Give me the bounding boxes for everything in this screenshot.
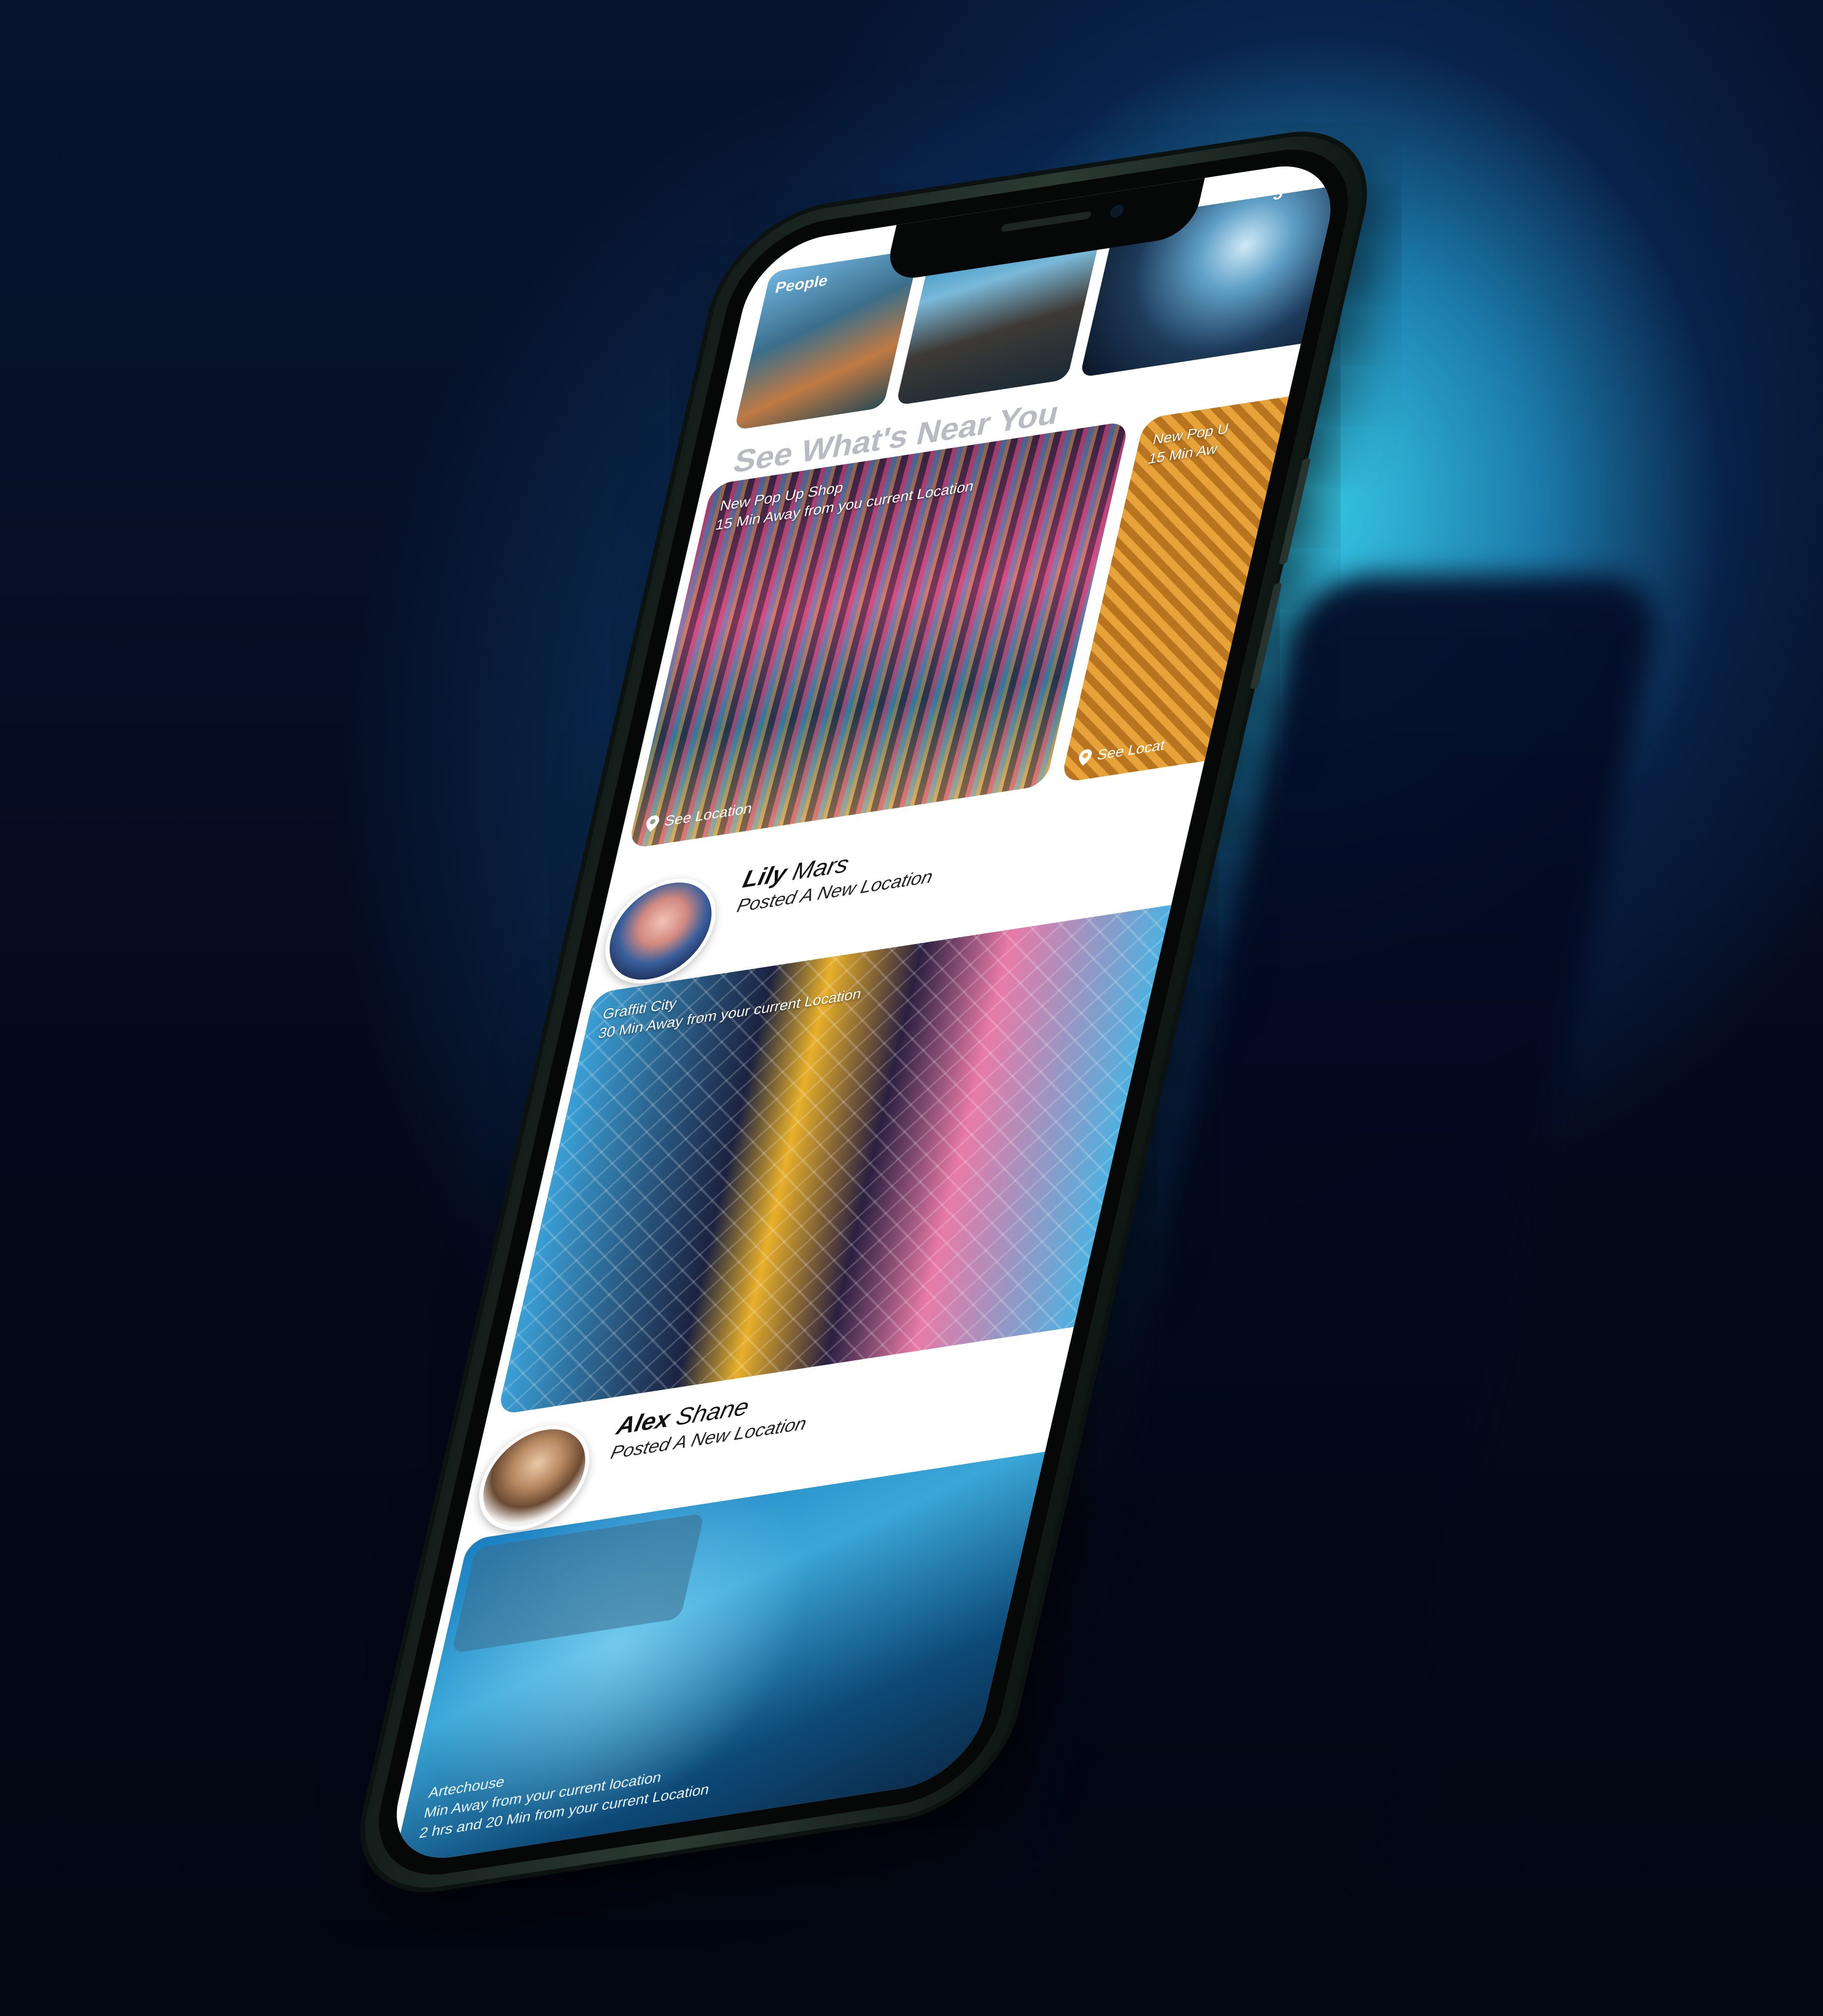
post-meta: Alex Shane Posted A New Location	[609, 1382, 816, 1463]
author-first-name: Lily	[740, 859, 790, 893]
see-location-label: See Location	[663, 800, 754, 830]
category-tile-people[interactable]: People	[734, 249, 920, 431]
author-first-name: Alex	[614, 1404, 673, 1440]
avatar[interactable]	[468, 1418, 600, 1538]
see-location-link[interactable]: See Locat	[1077, 737, 1166, 766]
near-card[interactable]: New Pop Up Shop 15 Min Away from you cur…	[627, 421, 1130, 849]
speaker-grille	[1000, 211, 1092, 233]
see-location-label: See Locat	[1095, 737, 1167, 764]
near-card-text: New Pop U 15 Min Aw	[1146, 419, 1231, 469]
category-label: People	[773, 271, 830, 297]
avatar[interactable]	[595, 871, 726, 991]
front-camera	[1109, 204, 1125, 219]
background-scene: 5 People See What's Near You New Pop Up …	[0, 0, 1823, 2016]
post-meta: Lily Mars Posted A New Location	[735, 836, 942, 917]
author-last-name: Mars	[790, 849, 852, 885]
see-location-link[interactable]: See Location	[644, 800, 754, 833]
map-pin-icon	[1079, 749, 1092, 766]
map-pin-icon	[646, 815, 660, 832]
